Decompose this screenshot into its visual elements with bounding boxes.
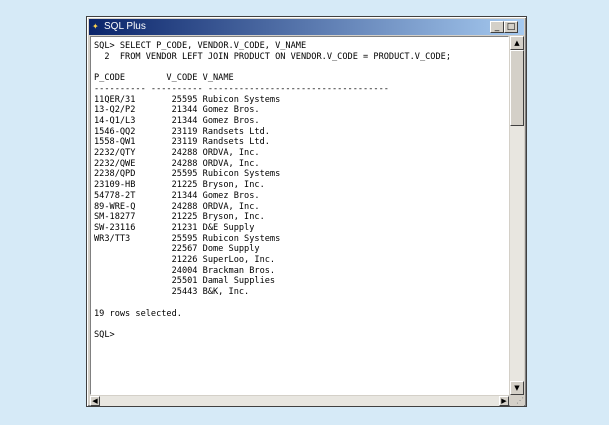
rows-selected-message: 19 rows selected.	[94, 308, 182, 319]
result-row: 14-Q1/L3 21344 Gomez Bros.	[94, 115, 260, 126]
vertical-scrollbar[interactable]: ▲ ▼	[510, 36, 524, 395]
result-row: 2232/QTY 24288 ORDVA, Inc.	[94, 148, 260, 159]
minimize-button[interactable]: _	[490, 21, 504, 33]
scroll-left-arrow-icon[interactable]: ◀	[90, 396, 100, 406]
result-row: 21226 SuperLoo, Inc.	[94, 255, 276, 266]
console-area[interactable]: SQL> SELECT P_CODE, VENDOR.V_CODE, V_NAM…	[90, 36, 509, 395]
result-row: 1558-QW1 23119 Randsets Ltd.	[94, 137, 270, 148]
window-title: SQL Plus	[104, 21, 146, 32]
sqlplus-window: ✦ SQL Plus _ □ SQL> SELECT P_CODE, VENDO…	[86, 16, 527, 407]
result-row: 23109-HB 21225 Bryson, Inc.	[94, 180, 265, 191]
result-row: WR3/TT3 25595 Rubicon Systems	[94, 233, 281, 244]
result-row: 22567 Dome Supply	[94, 244, 260, 255]
result-row: 89-WRE-Q 24288 ORDVA, Inc.	[94, 201, 260, 212]
column-header: P_CODE V_CODE V_NAME	[94, 73, 234, 84]
sql-prompt[interactable]: SQL>	[94, 330, 115, 340]
result-row: 25501 Damal Supplies	[94, 276, 276, 287]
result-row: SM-18277 21225 Bryson, Inc.	[94, 212, 265, 223]
title-bar[interactable]: ✦ SQL Plus _ □	[89, 19, 524, 35]
console-output: SQL> SELECT P_CODE, VENDOR.V_CODE, V_NAM…	[91, 37, 508, 341]
result-row: 11QER/31 25595 Rubicon Systems	[94, 94, 281, 105]
result-row: SW-23116 21231 D&E Supply	[94, 222, 255, 233]
result-row: 24004 Brackman Bros.	[94, 265, 276, 276]
result-row: 13-Q2/P2 21344 Gomez Bros.	[94, 105, 260, 116]
scroll-down-arrow-icon[interactable]: ▼	[510, 381, 524, 395]
scroll-up-arrow-icon[interactable]: ▲	[510, 36, 524, 50]
result-row: 25443 B&K, Inc.	[94, 287, 250, 298]
resize-grip-icon[interactable]: ⋰	[510, 396, 524, 406]
result-row: 1546-QQ2 23119 Randsets Ltd.	[94, 126, 270, 137]
query-line-2: 2 FROM VENDOR LEFT JOIN PRODUCT ON VENDO…	[94, 51, 451, 62]
scroll-right-arrow-icon[interactable]: ▶	[499, 396, 509, 406]
query-line-1: SQL> SELECT P_CODE, VENDOR.V_CODE, V_NAM…	[94, 41, 307, 51]
vertical-scroll-thumb[interactable]	[510, 50, 524, 126]
maximize-button[interactable]: □	[504, 21, 518, 33]
column-separator: ---------- ---------- ------------------…	[94, 83, 389, 94]
result-row: 2232/QWE 24288 ORDVA, Inc.	[94, 158, 260, 169]
result-row: 2238/QPD 25595 Rubicon Systems	[94, 169, 281, 180]
result-row: 54778-2T 21344 Gomez Bros.	[94, 190, 260, 201]
sqlplus-app-icon: ✦	[92, 22, 99, 31]
horizontal-scrollbar[interactable]: ◀ ▶	[90, 396, 509, 406]
